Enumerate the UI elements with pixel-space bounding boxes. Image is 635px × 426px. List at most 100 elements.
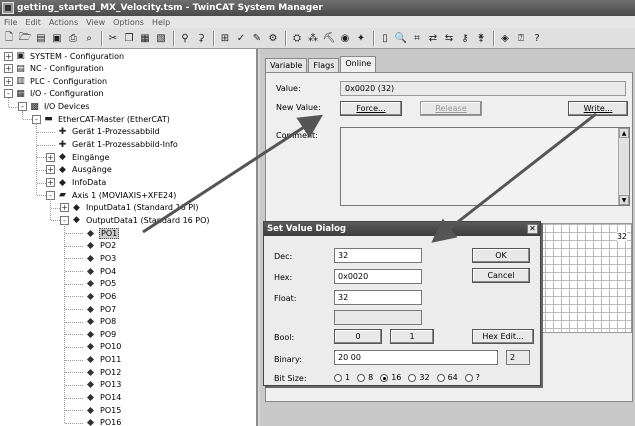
find-icon[interactable]: ⚲: [178, 31, 192, 45]
release-force-icon[interactable]: ⚵: [474, 31, 488, 45]
force-value-icon[interactable]: ⚷: [458, 31, 472, 45]
tree-item[interactable]: + ◆ Eingänge: [46, 151, 110, 163]
tree-item[interactable]: PO16: [74, 417, 122, 426]
tree-item[interactable]: PO1: [74, 227, 120, 239]
paste-with-links-icon[interactable]: ▧: [154, 31, 168, 45]
tree-item[interactable]: - ▩ I/O Devices: [18, 101, 90, 113]
tree-item[interactable]: PO14: [74, 392, 122, 404]
radio-button-icon[interactable]: [464, 373, 473, 382]
context-help-icon[interactable]: ⍰: [514, 31, 528, 45]
comment-textarea[interactable]: ▲ ▼: [340, 127, 630, 206]
configuration-tree[interactable]: + ▣ SYSTEM - Configuration + ▤ NC - Configura…: [0, 49, 258, 426]
check-configuration-icon[interactable]: ✓: [234, 31, 248, 45]
tree-item[interactable]: - ▦ I/O - Configuration: [4, 88, 105, 100]
generate-mappings-icon[interactable]: ⊞: [218, 31, 232, 45]
tree-item[interactable]: + ▥ PLC - Configuration: [4, 75, 108, 87]
dec-input[interactable]: 32: [334, 248, 422, 263]
save-icon[interactable]: ▣: [50, 31, 64, 45]
tree-item[interactable]: - ◆ OutputData1 (Standard 16 PO): [60, 214, 211, 226]
tree-item[interactable]: - ▬ EtherCAT-Master (EtherCAT): [32, 113, 171, 125]
ok-button[interactable]: OK: [472, 248, 530, 263]
radio-button-icon[interactable]: [357, 373, 366, 382]
expand-icon[interactable]: +: [60, 203, 69, 213]
bitsize-option-64[interactable]: 64: [436, 373, 458, 382]
comment-scrollbar[interactable]: ▲ ▼: [618, 128, 629, 205]
close-icon[interactable]: ✕: [527, 224, 538, 234]
tree-item[interactable]: + ▣ SYSTEM - Configuration: [4, 50, 125, 62]
menu-actions[interactable]: Actions: [45, 18, 82, 27]
tree-item[interactable]: PO15: [74, 404, 122, 416]
reload-devices-icon[interactable]: ✦: [354, 31, 368, 45]
set-run-mode-icon[interactable]: ⚙: [266, 31, 280, 45]
tree-item[interactable]: - ▰ Axis 1 (MOVIAXIS+XFE24): [46, 189, 177, 201]
choose-target-icon[interactable]: ⛭: [290, 31, 304, 45]
float-input[interactable]: 32: [334, 290, 422, 305]
tree-item[interactable]: + ◆ InfoData: [46, 177, 107, 189]
bool-1-button[interactable]: 1: [390, 329, 434, 344]
bitsize-option-16[interactable]: 16: [380, 373, 401, 382]
open-recent-icon[interactable]: ▤: [34, 31, 48, 45]
menu-view[interactable]: View: [82, 18, 109, 27]
activate-configuration-icon[interactable]: ✎: [250, 31, 264, 45]
tree-item[interactable]: + ◆ Ausgänge: [46, 164, 113, 176]
tree-item[interactable]: PO6: [74, 290, 117, 302]
paste-icon[interactable]: ▦: [138, 31, 152, 45]
menu-help[interactable]: Help: [148, 18, 174, 27]
radio-button-icon[interactable]: [334, 373, 342, 382]
zoom-icon[interactable]: 🔍: [394, 31, 408, 45]
expand-icon[interactable]: +: [4, 76, 13, 86]
find-next-icon[interactable]: ⚳: [194, 31, 208, 45]
scope-view-icon[interactable]: ⌗: [410, 31, 424, 45]
bool-0-button[interactable]: 0: [334, 329, 382, 344]
expand-icon[interactable]: +: [4, 51, 13, 61]
tree-item[interactable]: PO5: [74, 278, 117, 290]
tree-item[interactable]: ✚ Gerät 1-Prozessabbild-Info: [46, 139, 179, 151]
scan-devices-icon[interactable]: ⁂: [306, 31, 320, 45]
tree-item[interactable]: PO13: [74, 379, 122, 391]
tab-flags[interactable]: Flags: [308, 58, 340, 72]
tree-item[interactable]: PO11: [74, 354, 122, 366]
tree-item[interactable]: PO9: [74, 328, 117, 340]
expand-icon[interactable]: +: [46, 165, 55, 175]
tree-item[interactable]: PO12: [74, 366, 122, 378]
tree-item[interactable]: PO4: [74, 265, 117, 277]
print-preview-icon[interactable]: ⌕: [82, 31, 96, 45]
hex-edit-button[interactable]: Hex Edit...: [472, 329, 534, 344]
help-icon[interactable]: ?: [530, 31, 544, 45]
show-online-data-icon[interactable]: ▯: [378, 31, 392, 45]
tab-online[interactable]: Online: [340, 56, 377, 72]
cancel-button[interactable]: Cancel: [472, 268, 530, 283]
tree-item[interactable]: PO10: [74, 341, 122, 353]
show-sub-items-icon[interactable]: ⇄: [426, 31, 440, 45]
radio-button-icon[interactable]: [408, 373, 417, 382]
radio-button-icon[interactable]: [436, 373, 445, 382]
bitsize-option-1[interactable]: 1: [334, 373, 350, 382]
menu-options[interactable]: Options: [109, 18, 148, 27]
tree-item[interactable]: ✚ Gerät 1-Prozessabbild: [46, 126, 161, 138]
print-icon[interactable]: ⎙: [66, 31, 80, 45]
new-file-icon[interactable]: 🗋: [2, 31, 16, 45]
auto-scroll-icon[interactable]: ⇆: [442, 31, 456, 45]
binary-input[interactable]: 20 00: [334, 350, 498, 365]
bitsize-option-32[interactable]: 32: [408, 373, 430, 382]
expand-icon[interactable]: +: [46, 152, 55, 162]
tree-item[interactable]: PO8: [74, 316, 117, 328]
tab-variable[interactable]: Variable: [265, 58, 308, 72]
toggle-free-run-icon[interactable]: ⛏: [322, 31, 336, 45]
bitsize-option-8[interactable]: 8: [357, 373, 373, 382]
expand-icon[interactable]: +: [4, 64, 13, 74]
tree-item[interactable]: + ▤ NC - Configuration: [4, 63, 105, 75]
force-button[interactable]: Force...: [340, 101, 402, 116]
tree-item[interactable]: + ◆ InputData1 (Standard 16 PI): [60, 202, 200, 214]
bitsize-option-auto[interactable]: ?: [464, 373, 480, 382]
scroll-up-icon[interactable]: ▲: [619, 128, 629, 138]
tree-item[interactable]: PO7: [74, 303, 117, 315]
hex-input[interactable]: 0x0020: [334, 269, 422, 284]
tree-item[interactable]: PO3: [74, 252, 117, 264]
expand-icon[interactable]: +: [46, 178, 55, 187]
cut-icon[interactable]: ✂: [106, 31, 120, 45]
menu-file[interactable]: File: [0, 18, 21, 27]
scroll-down-icon[interactable]: ▼: [619, 195, 629, 205]
write-button[interactable]: Write...: [568, 101, 628, 116]
tree-item[interactable]: PO2: [74, 240, 117, 252]
